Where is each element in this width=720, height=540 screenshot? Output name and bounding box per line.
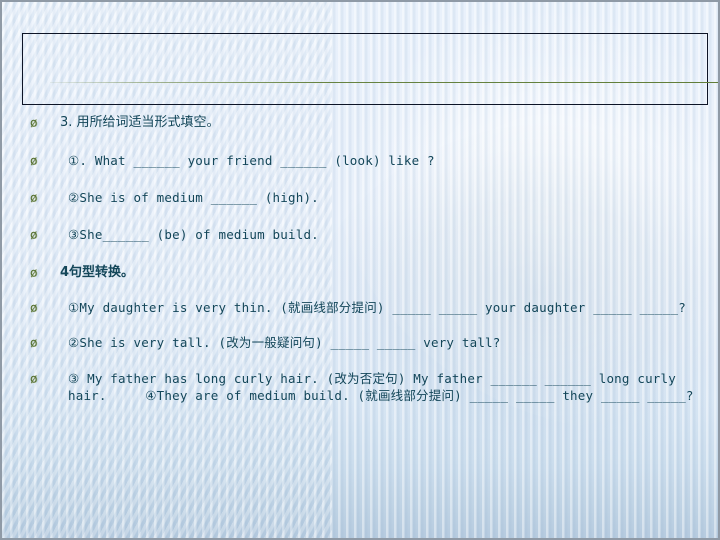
paragraph-q4-item-3: ø ③ My father has long curly hair. (改为否定句… (2, 370, 718, 404)
paragraph-text-q3-item-3: ③She______ (be) of medium build. (68, 227, 319, 242)
paragraph-heading-sentence-transform: ø 4句型转换。 (2, 264, 718, 281)
quill-bullet-icon: ø (29, 227, 39, 242)
paragraph-text-q4-item-3: ③ My father has long curly hair. (改为否定句)… (68, 371, 694, 403)
paragraph-text-q4-item-2: ②She is very tall. (改为一般疑问句) _____ _____… (68, 335, 501, 350)
paragraph-text-q4-item-1: ①My daughter is very thin. (就画线部分提问) ___… (68, 300, 686, 315)
paragraph-heading-fill-in-blanks: ø 3. 用所给词适当形式填空。 (2, 114, 718, 131)
paragraph-text-q3-item-1: ①. What ______ your friend ______ (look)… (68, 153, 435, 168)
paragraph-q3-item-3: ø ③She______ (be) of medium build. (2, 226, 718, 243)
title-placeholder-box[interactable] (22, 33, 708, 105)
paragraph-text-heading-fill-in-blanks: 3. 用所给词适当形式填空。 (60, 115, 220, 130)
paragraph-q4-item-2: ø ②She is very tall. (改为一般疑问句) _____ ____… (2, 334, 718, 351)
quill-bullet-icon: ø (29, 265, 39, 280)
paragraph-q4-item-1: ø ①My daughter is very thin. (就画线部分提问) __… (2, 299, 718, 316)
title-accent-rule (50, 82, 718, 83)
quill-bullet-icon: ø (29, 335, 39, 350)
quill-bullet-icon: ø (29, 115, 39, 130)
quill-bullet-icon: ø (29, 153, 39, 168)
paragraph-text-heading-sentence-transform: 4句型转换。 (60, 265, 135, 280)
quill-bullet-icon: ø (29, 300, 39, 315)
paragraph-q3-item-1: ø ①. What ______ your friend ______ (look… (2, 152, 718, 169)
quill-bullet-icon: ø (29, 371, 39, 386)
slide-canvas: ø 3. 用所给词适当形式填空。 ø ①. What ______ your frie… (2, 2, 718, 538)
paragraph-text-q3-item-2: ②She is of medium ______ (high). (68, 190, 319, 205)
paragraph-q3-item-2: ø ②She is of medium ______ (high). (2, 189, 718, 206)
content-placeholder[interactable]: ø 3. 用所给词适当形式填空。 ø ①. What ______ your frie… (2, 114, 718, 409)
quill-bullet-icon: ø (29, 190, 39, 205)
